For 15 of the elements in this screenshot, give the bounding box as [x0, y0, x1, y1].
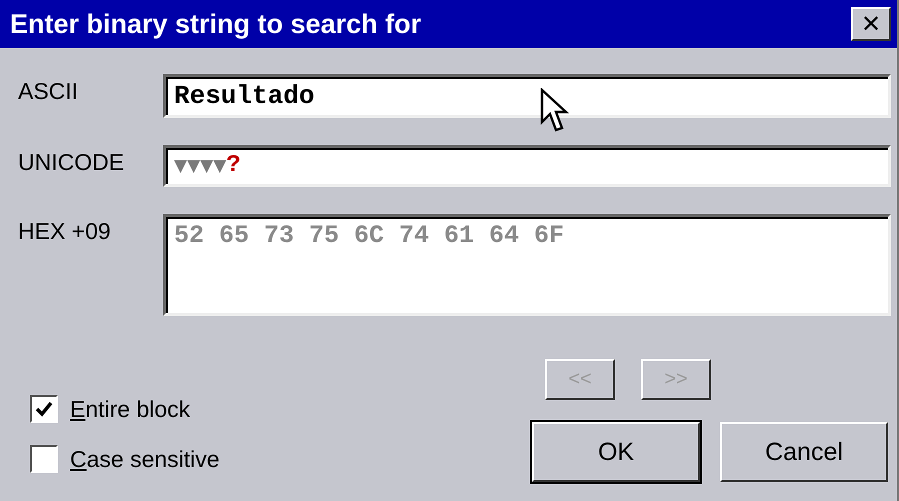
pointer-icon [540, 88, 570, 134]
checkbox[interactable] [30, 395, 58, 423]
input-field[interactable]: Resultado [163, 74, 891, 118]
field-label: UNICODE [18, 148, 126, 176]
checkbox[interactable] [30, 445, 58, 473]
check-icon [35, 401, 53, 417]
window-title: Enter binary string to search for [10, 8, 422, 40]
field-label: ASCII [18, 77, 80, 105]
checkbox-label[interactable]: Entire block [70, 396, 190, 422]
input-field[interactable]: ▼▼▼▼? [163, 145, 891, 187]
close-button[interactable]: ✕ [851, 7, 891, 41]
ok-button[interactable]: OK [532, 422, 700, 482]
cancel-button[interactable]: Cancel [720, 422, 888, 482]
checkbox-label[interactable]: Case sensitive [70, 446, 220, 472]
field-label: HEX +09 [18, 217, 112, 245]
